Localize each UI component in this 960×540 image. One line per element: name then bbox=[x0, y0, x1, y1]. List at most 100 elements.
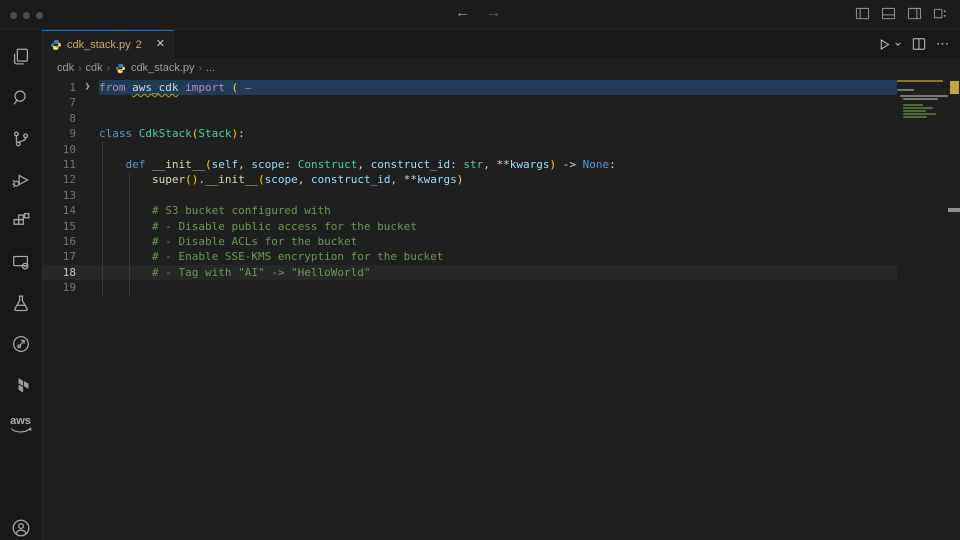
code-line[interactable]: 12 super().__init__(scope, construct_id,… bbox=[42, 172, 897, 187]
fold-chevron-icon[interactable]: ❯ bbox=[76, 80, 99, 95]
toggle-primary-sidebar-icon[interactable] bbox=[855, 6, 870, 21]
source-control-icon[interactable] bbox=[0, 118, 42, 159]
fold-column bbox=[76, 126, 99, 141]
aws-logo: aws bbox=[10, 415, 31, 427]
minimap[interactable] bbox=[897, 80, 948, 122]
code-text: class CdkStack(Stack): bbox=[99, 126, 897, 141]
overview-ruler bbox=[948, 78, 960, 540]
customize-layout-icon[interactable] bbox=[933, 6, 948, 21]
fold-column bbox=[76, 280, 99, 295]
minimap-line bbox=[897, 119, 948, 121]
breadcrumb-symbol[interactable]: ... bbox=[206, 62, 215, 74]
line-number: 15 bbox=[42, 219, 76, 234]
tab-cdk-stack[interactable]: cdk_stack.py 2 ✕ bbox=[42, 30, 174, 58]
minimap-line bbox=[897, 95, 948, 97]
vscode-window: ← → bbox=[0, 0, 960, 540]
line-number: 9 bbox=[42, 126, 76, 141]
scroll-marker[interactable] bbox=[948, 208, 960, 212]
minimap-line bbox=[897, 104, 948, 106]
code-text: super().__init__(scope, construct_id, **… bbox=[99, 172, 897, 187]
extensions-icon[interactable] bbox=[0, 200, 42, 241]
tab-badge: 2 bbox=[136, 39, 142, 51]
minimize-window-icon[interactable] bbox=[23, 12, 30, 19]
line-number: 17 bbox=[42, 249, 76, 264]
window-controls[interactable] bbox=[10, 12, 43, 19]
minimap-line bbox=[897, 116, 948, 118]
code-line[interactable]: 14 # S3 bucket configured with bbox=[42, 203, 897, 218]
minimap-line bbox=[897, 110, 948, 112]
minimap-line bbox=[897, 83, 948, 85]
fold-column bbox=[76, 188, 99, 203]
tab-close-icon[interactable]: ✕ bbox=[156, 39, 165, 50]
nav-forward-icon[interactable]: → bbox=[486, 4, 501, 21]
close-window-icon[interactable] bbox=[10, 12, 17, 19]
nav-back-icon[interactable]: ← bbox=[455, 4, 470, 21]
code-text bbox=[99, 280, 897, 295]
remote-explorer-icon[interactable] bbox=[0, 241, 42, 282]
code-line[interactable]: 19 bbox=[42, 280, 897, 295]
toggle-panel-icon[interactable] bbox=[881, 6, 896, 21]
breadcrumb-folder[interactable]: cdk bbox=[57, 62, 74, 74]
code-line[interactable]: 10 bbox=[42, 142, 897, 157]
breadcrumb: cdk › cdk › cdk_stack.py › ... bbox=[42, 58, 960, 78]
account-icon[interactable] bbox=[0, 507, 42, 540]
fold-column bbox=[76, 157, 99, 172]
code-line[interactable]: 11 def __init__(self, scope: Construct, … bbox=[42, 157, 897, 172]
code-text: # - Enable SSE-KMS encryption for the bu… bbox=[99, 249, 897, 264]
indent-guide bbox=[129, 173, 130, 296]
code-editor[interactable]: 1❯from aws_cdk import ( –789 class CdkSta… bbox=[42, 78, 960, 540]
code-text bbox=[99, 188, 897, 203]
code-line[interactable]: 15 # - Disable public access for the buc… bbox=[42, 219, 897, 234]
line-number: 1 bbox=[42, 80, 76, 95]
code-line[interactable]: 18 # - Tag with "AI" -> "HelloWorld" bbox=[42, 265, 897, 280]
code-text: # - Disable ACLs for the bucket bbox=[99, 234, 897, 249]
tab-bar: cdk_stack.py 2 ✕ ⋯ bbox=[42, 30, 960, 58]
activity-bar: aws bbox=[0, 30, 42, 540]
terraform-icon[interactable] bbox=[0, 364, 42, 405]
fold-column bbox=[76, 265, 99, 280]
code-text: def __init__(self, scope: Construct, con… bbox=[99, 157, 897, 172]
fold-column bbox=[76, 234, 99, 249]
code-line[interactable]: 13 bbox=[42, 188, 897, 203]
code-line[interactable]: 17 # - Enable SSE-KMS encryption for the… bbox=[42, 249, 897, 264]
code-text: from aws_cdk import ( – bbox=[99, 80, 897, 95]
breadcrumb-folder[interactable]: cdk bbox=[85, 62, 102, 74]
minimap-line bbox=[897, 80, 948, 82]
chevron-down-icon[interactable] bbox=[894, 40, 902, 48]
code-text bbox=[99, 111, 897, 126]
aws-toolkit-icon[interactable]: aws bbox=[0, 405, 42, 443]
code-text: # S3 bucket configured with bbox=[99, 203, 897, 218]
breadcrumb-separator: › bbox=[199, 63, 202, 74]
code-line[interactable]: 1❯from aws_cdk import ( – bbox=[42, 80, 897, 95]
line-number: 10 bbox=[42, 142, 76, 157]
search-icon[interactable] bbox=[0, 77, 42, 118]
minimap-line bbox=[897, 92, 948, 94]
more-actions-icon[interactable]: ⋯ bbox=[936, 36, 950, 52]
fold-column bbox=[76, 219, 99, 234]
python-file-icon bbox=[115, 63, 126, 74]
minimap-line bbox=[897, 98, 948, 100]
line-number: 16 bbox=[42, 234, 76, 249]
circle-branch-icon[interactable] bbox=[0, 323, 42, 364]
breadcrumb-separator: › bbox=[107, 63, 110, 74]
minimap-line bbox=[897, 86, 948, 88]
code-line[interactable]: 7 bbox=[42, 95, 897, 110]
line-number: 8 bbox=[42, 111, 76, 126]
toggle-secondary-sidebar-icon[interactable] bbox=[907, 6, 922, 21]
code-line[interactable]: 16 # - Disable ACLs for the bucket bbox=[42, 234, 897, 249]
run-debug-icon[interactable] bbox=[0, 159, 42, 200]
fold-column bbox=[76, 249, 99, 264]
split-editor-icon[interactable] bbox=[912, 37, 926, 51]
test-beaker-icon[interactable] bbox=[0, 282, 42, 323]
line-number: 14 bbox=[42, 203, 76, 218]
breadcrumb-file[interactable]: cdk_stack.py bbox=[131, 62, 195, 74]
run-python-button[interactable] bbox=[878, 38, 902, 51]
code-line[interactable]: 8 bbox=[42, 111, 897, 126]
code-line[interactable]: 9 class CdkStack(Stack): bbox=[42, 126, 897, 141]
breadcrumb-separator: › bbox=[78, 63, 81, 74]
tab-label: cdk_stack.py bbox=[67, 39, 131, 51]
maximize-window-icon[interactable] bbox=[36, 12, 43, 19]
explorer-icon[interactable] bbox=[0, 36, 42, 77]
line-number: 12 bbox=[42, 172, 76, 187]
line-number: 11 bbox=[42, 157, 76, 172]
